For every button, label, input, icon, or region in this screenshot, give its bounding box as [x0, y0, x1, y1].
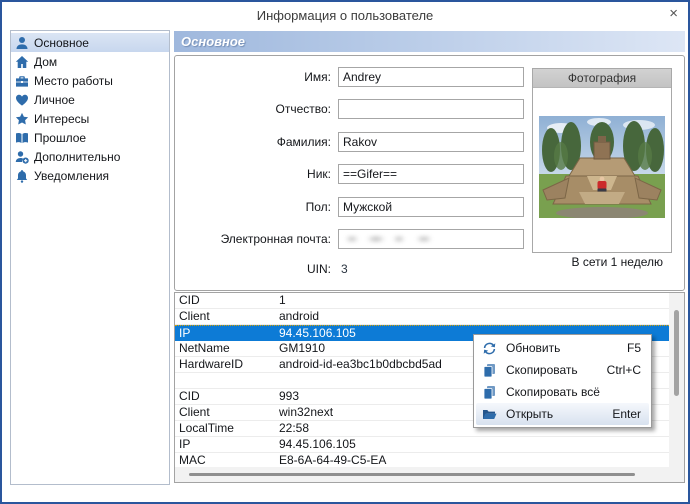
gender-label: Пол: — [305, 200, 331, 214]
uin-label: UIN: — [307, 262, 331, 276]
email-field[interactable] — [338, 229, 524, 249]
sidebar-item-label: Интересы — [34, 111, 90, 126]
sidebar-item-label: Уведомления — [34, 168, 110, 183]
sidebar-item-main[interactable]: Основное — [11, 33, 169, 52]
vertical-scrollbar[interactable] — [669, 293, 684, 467]
sidebar-item-work[interactable]: Место работы — [11, 71, 169, 90]
blurred-email-value — [342, 234, 442, 244]
open-folder-icon — [483, 409, 497, 419]
nick-field[interactable]: ==Gifer== — [338, 164, 524, 184]
sidebar-item-label: Прошлое — [34, 130, 87, 145]
table-row[interactable]: IP 94.45.106.105 — [175, 437, 669, 453]
refresh-icon — [483, 342, 496, 354]
patronymic-label: Отчество: — [275, 102, 332, 116]
section-header: Основное — [174, 31, 685, 52]
profile-form: Имя: Andrey Отчество: Фамилия: Rakov Ник… — [174, 55, 685, 291]
table-row[interactable]: Client android — [175, 309, 669, 325]
menu-shortcut: Ctrl+C — [606, 363, 641, 377]
gender-field[interactable]: Мужской — [338, 197, 524, 217]
sidebar-item-label: Дом — [34, 54, 58, 69]
bell-icon — [16, 169, 28, 183]
dialog-title: Информация о пользователе — [256, 8, 434, 23]
surname-label: Фамилия: — [276, 135, 331, 149]
email-label: Электронная почта: — [220, 232, 331, 246]
sidebar-item-label: Личное — [34, 92, 75, 107]
heart-icon — [15, 94, 28, 106]
star-icon — [15, 112, 29, 124]
photo-panel-title: Фотография — [533, 69, 671, 88]
person-plus-icon — [15, 150, 29, 164]
menu-item-label: Обновить — [506, 341, 561, 355]
sidebar-item-interests[interactable]: Интересы — [11, 109, 169, 128]
context-menu: Обновить F5 Скопировать Ctrl+C Скопирова… — [473, 334, 652, 428]
photo-panel: Фотография — [532, 68, 672, 253]
user-photo — [539, 116, 665, 218]
menu-item-label: Скопировать всё — [506, 385, 600, 399]
briefcase-icon — [16, 75, 28, 87]
vertical-scrollbar-thumb[interactable] — [674, 310, 679, 396]
close-icon[interactable]: × — [669, 6, 678, 22]
name-label: Имя: — [304, 70, 331, 84]
menu-shortcut: F5 — [626, 341, 641, 355]
table-row[interactable]: CID 1 — [175, 293, 669, 309]
horizontal-scrollbar-thumb[interactable] — [189, 473, 635, 476]
horizontal-scrollbar[interactable] — [175, 467, 684, 482]
uin-value: 3 — [341, 262, 348, 276]
copy-all-icon — [483, 385, 495, 399]
nick-label: Ник: — [307, 167, 331, 181]
user-info-dialog: Информация о пользователе × Основное Дом… — [0, 0, 690, 504]
menu-item-label: Скопировать — [506, 363, 578, 377]
sidebar: Основное Дом Место работы Личное Интерес… — [10, 30, 170, 485]
menu-item-open[interactable]: Открыть Enter — [476, 403, 649, 425]
menu-shortcut: Enter — [612, 407, 641, 421]
sidebar-item-label: Основное — [34, 35, 89, 50]
sidebar-item-label: Дополнительно — [34, 149, 121, 164]
menu-item-copy[interactable]: Скопировать Ctrl+C — [476, 359, 649, 381]
sidebar-item-past[interactable]: Прошлое — [11, 128, 169, 147]
sidebar-item-notifications[interactable]: Уведомления — [11, 166, 169, 185]
surname-field[interactable]: Rakov — [338, 132, 524, 152]
patronymic-field[interactable] — [338, 99, 524, 119]
person-icon — [16, 36, 28, 49]
home-icon — [15, 55, 29, 68]
sidebar-item-label: Место работы — [34, 73, 113, 88]
menu-item-refresh[interactable]: Обновить F5 — [476, 337, 649, 359]
sidebar-item-personal[interactable]: Личное — [11, 90, 169, 109]
menu-item-copy-all[interactable]: Скопировать всё — [476, 381, 649, 403]
copy-icon — [483, 363, 495, 377]
title-bar: Информация о пользователе × — [2, 2, 688, 28]
name-field[interactable]: Andrey — [338, 67, 524, 87]
book-icon — [16, 132, 28, 143]
online-status: В сети 1 неделю — [571, 255, 663, 269]
sidebar-item-additional[interactable]: Дополнительно — [11, 147, 169, 166]
menu-item-label: Открыть — [506, 407, 554, 421]
sidebar-item-home[interactable]: Дом — [11, 52, 169, 71]
